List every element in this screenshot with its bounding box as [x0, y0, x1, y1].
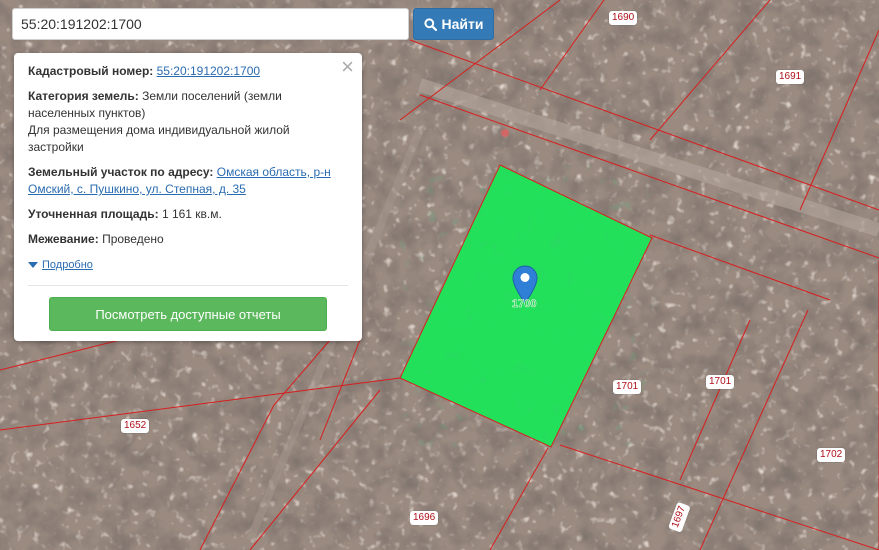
land-category-label: Категория земель:	[28, 89, 139, 103]
plot-label-1702[interactable]: 1702	[817, 448, 846, 462]
plot-label-1701[interactable]: 1701	[613, 380, 642, 394]
search-box	[12, 8, 409, 40]
close-icon[interactable]: ×	[341, 56, 354, 78]
search-input[interactable]	[13, 9, 408, 39]
land-category-row: Категория земель: Земли поселений (земли…	[28, 88, 348, 156]
plot-label-1690[interactable]: 1690	[609, 11, 638, 25]
caret-down-icon	[28, 262, 38, 268]
search-icon	[423, 17, 437, 31]
point-marker	[501, 129, 509, 137]
survey-label: Межевание:	[28, 232, 99, 246]
search-button[interactable]: Найти	[413, 8, 494, 40]
more-details-link[interactable]: Подробно	[28, 257, 93, 274]
plot-info-panel: × Кадастровый номер: 55:20:191202:1700 К…	[14, 53, 362, 341]
area-row: Уточненная площадь: 1 161 кв.м.	[28, 206, 348, 223]
plot-label-1652[interactable]: 1652	[121, 419, 150, 433]
plot-label-1696[interactable]: 1696	[410, 511, 439, 525]
cadastral-number-label: Кадастровый номер:	[28, 64, 154, 78]
plot-label-1691[interactable]: 1691	[776, 70, 805, 84]
survey-value: Проведено	[102, 232, 164, 246]
cadastral-number-row: Кадастровый номер: 55:20:191202:1700	[28, 63, 348, 80]
address-label: Земельный участок по адресу:	[28, 165, 214, 179]
more-details-label: Подробно	[42, 258, 93, 271]
cadastral-number-link[interactable]: 55:20:191202:1700	[157, 64, 260, 78]
search-button-label: Найти	[441, 16, 484, 32]
panel-divider	[28, 285, 348, 286]
area-label: Уточненная площадь:	[28, 207, 159, 221]
survey-row: Межевание: Проведено	[28, 231, 348, 248]
selected-plot-number: 1700	[512, 298, 537, 311]
land-usage-value: Для размещения дома индивидуальной жилой…	[28, 123, 290, 154]
area-value: 1 161 кв.м.	[161, 207, 222, 221]
map-view[interactable]: 1690 1691 1701 1701 1652 1702 1696 1697 …	[0, 0, 879, 550]
plot-label-1701[interactable]: 1701	[706, 375, 735, 389]
view-reports-button[interactable]: Посмотреть доступные отчеты	[49, 297, 327, 331]
address-row: Земельный участок по адресу: Омская обла…	[28, 164, 348, 198]
